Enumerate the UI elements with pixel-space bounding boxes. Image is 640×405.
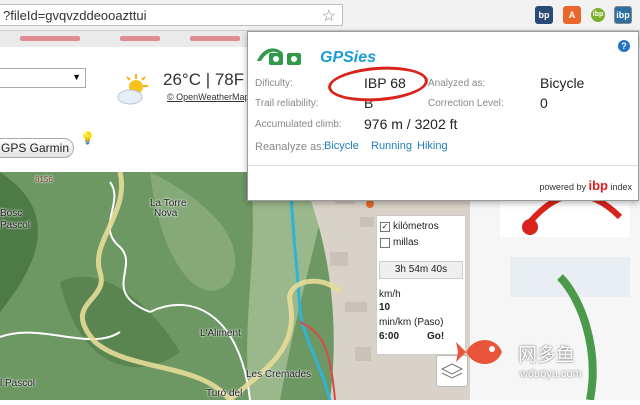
climb-label: Accumulated climb: — [255, 119, 342, 130]
extension-icon-1[interactable]: bp — [535, 6, 553, 24]
watermark-fish-logo — [456, 340, 502, 364]
route-select[interactable]: ▼ — [0, 68, 86, 88]
reanalyze-hiking-link[interactable]: Hiking — [417, 140, 448, 152]
gpsies-brand: GPSies — [320, 49, 377, 66]
watermark-text-en: wduoyu.com — [520, 368, 582, 380]
go-button[interactable]: Go! — [427, 331, 444, 342]
extension-icon-ibp[interactable]: ibp — [614, 6, 632, 24]
star-icon[interactable]: ☆ — [322, 6, 336, 26]
watermark-text-cn: 网多鱼 — [518, 344, 576, 366]
map-label-elevation: 8156 — [35, 175, 53, 184]
reliability-label: Trail reliability: — [255, 98, 319, 109]
analyzed-value: Bicycle — [540, 75, 585, 91]
map-label-les-cremades: Les Cremades — [246, 369, 312, 380]
reanalyze-running-link[interactable]: Running — [371, 140, 412, 152]
browser-toolbar: ?fileId=gvqvzddeooazttui ☆ bp A ibp ibp — [0, 0, 640, 31]
difficulty-label: Dificulty: — [255, 78, 293, 89]
address-bar[interactable]: ?fileId=gvqvzddeooazttui ☆ — [0, 4, 343, 26]
map-label-pascol: Pascol — [0, 220, 31, 231]
gps-garmin-button[interactable]: GPS Garmin — [0, 138, 74, 158]
gpsies-logo-icon — [257, 48, 301, 65]
map-label-laliment: L'Aliment — [200, 328, 241, 339]
kilometros-label: kilómetros — [393, 221, 439, 232]
lightbulb-icon: 💡 — [80, 131, 95, 145]
route-controls-panel: ✓ kilómetros millas 3h 54m 40s km/h 10 m… — [376, 215, 466, 355]
speed-label: km/h — [379, 289, 401, 300]
climb-value: 976 m / 3202 ft — [364, 116, 458, 132]
total-time-display: 3h 54m 40s — [379, 261, 463, 279]
kilometros-checkbox[interactable]: ✓ — [380, 222, 390, 232]
powered-by-ibp[interactable]: powered by ibp index — [539, 178, 632, 193]
map-label-nova: Nova — [154, 208, 178, 219]
map-label-turo: Turó del — [206, 388, 243, 399]
reanalyze-bicycle-link[interactable]: Bicycle — [324, 140, 359, 152]
pace-label: min/km (Paso) — [379, 317, 444, 328]
reanalyze-label: Reanalyze as: — [255, 141, 325, 153]
analyzed-label: Analyzed as: — [428, 78, 486, 89]
map-label-bosc: Bosc — [0, 208, 23, 219]
help-icon[interactable]: ? — [618, 40, 630, 52]
millas-label: millas — [393, 237, 419, 248]
popup-divider — [248, 165, 638, 166]
pace-input[interactable]: 6:00 — [379, 331, 399, 342]
map-label-l-pascol: l Pascol — [0, 378, 36, 389]
extension-icon-2[interactable]: A — [563, 6, 581, 24]
weather-temperature: 26°C | 78F — [163, 70, 245, 89]
url-text: ?fileId=gvqvzddeooazttui — [3, 8, 147, 23]
extension-icon-3[interactable]: ibp — [589, 6, 607, 24]
openweathermap-link[interactable]: © OpenWeatherMap — [167, 92, 250, 102]
correction-value: 0 — [540, 95, 548, 111]
ibp-extension-popup: GPSies ? Dificulty: IBP 68 Trail reliabi… — [247, 31, 639, 201]
millas-checkbox[interactable] — [380, 238, 390, 248]
weather-sun-cloud-icon — [117, 74, 148, 105]
dropdown-arrow-icon: ▼ — [72, 72, 81, 82]
highlight-circle — [326, 63, 430, 105]
speed-input[interactable]: 10 — [379, 302, 390, 313]
correction-label: Correction Level: — [428, 98, 504, 109]
